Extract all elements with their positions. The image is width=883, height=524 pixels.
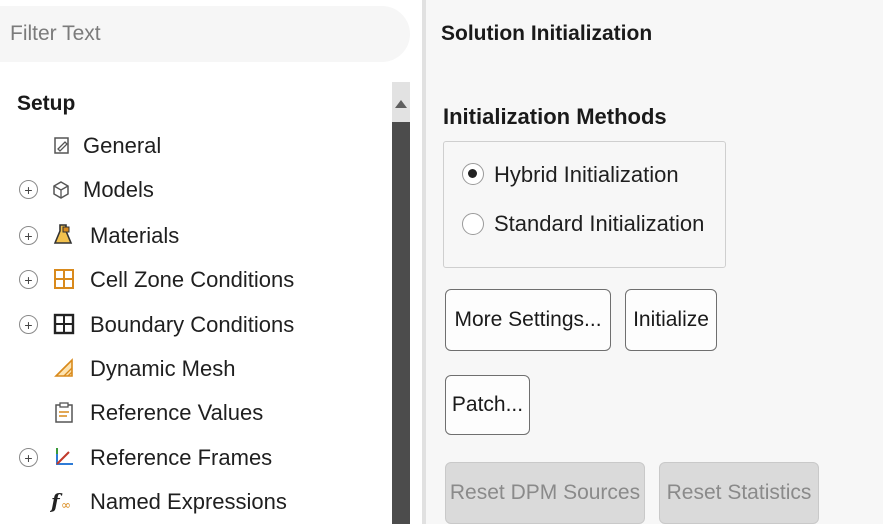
tree-item-dynamic-mesh[interactable]: Dynamic Mesh [0,349,390,389]
tree-item-materials[interactable]: + Materials [0,216,390,256]
scroll-up-button[interactable] [392,82,410,122]
reference-frames-icon [52,445,76,469]
tree-item-label: Reference Values [90,400,264,425]
cell-zone-icon [52,267,76,291]
named-expressions-icon: f ∞ [50,489,80,513]
reset-statistics-button[interactable]: Reset Statistics [659,462,819,524]
page-title: Solution Initialization [441,22,653,45]
tree-item-label: Materials [90,223,180,248]
radio-label: Hybrid Initialization [494,162,679,187]
tree-item-label: General [83,133,162,158]
boundary-icon [52,312,76,336]
dynamic-mesh-icon [52,356,76,380]
outline-panel: Setup General + Models + [0,0,412,524]
expand-icon[interactable]: + [19,180,38,199]
tree-item-cell-zone-conditions[interactable]: + Cell Zone Conditions [0,260,390,300]
expand-icon[interactable]: + [19,226,38,245]
initialize-button[interactable]: Initialize [625,289,717,351]
models-icon [49,178,73,202]
tree-item-boundary-conditions[interactable]: + Boundary Conditions [0,305,390,345]
initialization-methods-group [443,141,726,268]
tree-item-label: Boundary Conditions [90,312,295,337]
more-settings-button[interactable]: More Settings... [445,289,611,351]
expand-icon[interactable]: + [19,270,38,289]
radio-button-checked[interactable] [462,163,484,185]
tree-item-label: Dynamic Mesh [90,356,236,381]
radio-button[interactable] [462,213,484,235]
reset-dpm-sources-button[interactable]: Reset DPM Sources [445,462,645,524]
tree-item-label: Models [83,177,154,202]
expand-icon[interactable]: + [19,448,38,467]
triangle-up-icon [395,100,407,108]
tree-item-reference-values[interactable]: Reference Values [0,393,390,433]
tree-item-general[interactable]: General [0,126,390,166]
tree-item-label: Cell Zone Conditions [90,267,295,292]
tree-heading-setup[interactable]: Setup [17,92,75,116]
svg-text:∞: ∞ [61,498,71,512]
tree-item-named-expressions[interactable]: f ∞ Named Expressions [0,482,390,522]
tree-item-models[interactable]: + Models [0,170,390,210]
tree-item-label: Reference Frames [90,445,273,470]
expand-icon[interactable]: + [19,315,38,334]
scrollbar-thumb[interactable] [392,122,410,524]
group-title: Initialization Methods [443,104,667,129]
patch-button[interactable]: Patch... [445,375,530,435]
general-icon [50,134,74,158]
reference-values-icon [52,400,76,424]
filter-text-input[interactable] [0,6,410,62]
materials-icon [51,222,75,246]
app-window: Setup General + Models + [0,0,883,524]
tree-item-reference-frames[interactable]: + Reference Frames [0,438,390,478]
tree-item-label: Named Expressions [90,489,287,514]
radio-label: Standard Initialization [494,211,705,236]
